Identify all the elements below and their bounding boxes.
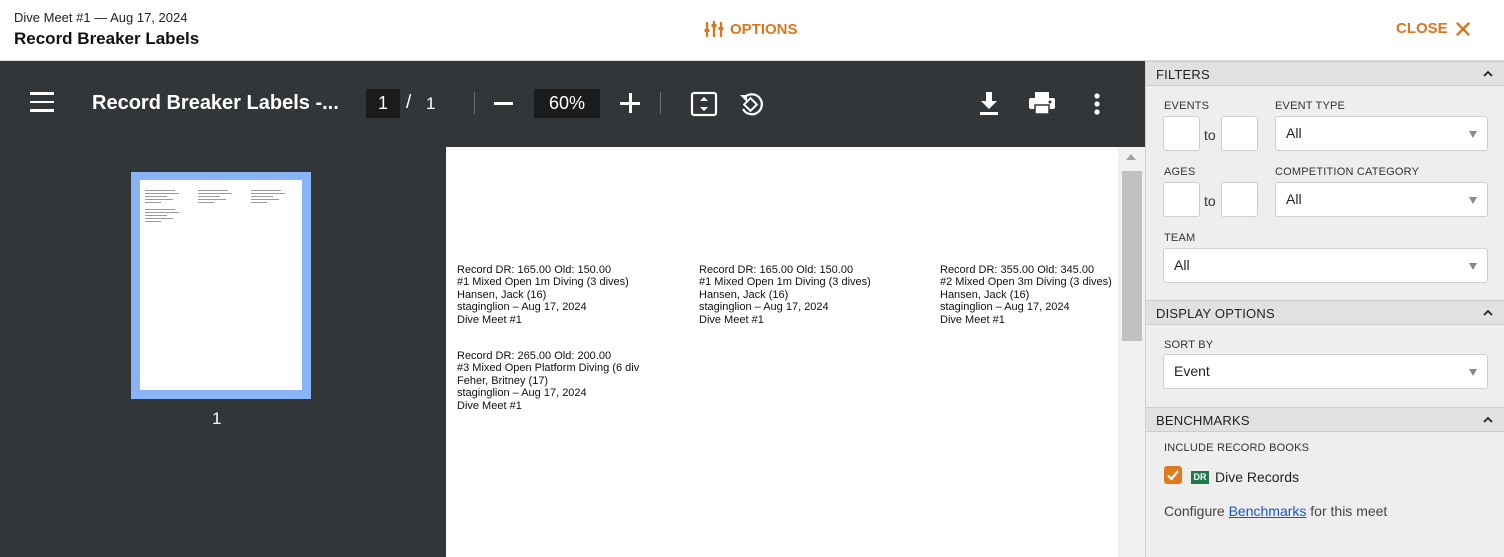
thumbnail-page-number: 1	[212, 409, 222, 428]
scroll-thumb[interactable]	[1122, 171, 1142, 341]
top-header: Dive Meet #1 — Aug 17, 2024 Record Break…	[0, 0, 1504, 61]
ages-to-word: to	[1204, 193, 1216, 209]
sliders-icon	[704, 20, 724, 38]
close-label: CLOSE	[1396, 20, 1448, 37]
toolbar-divider	[660, 92, 661, 114]
record-label: Record DR: 165.00 Old: 150.00 #1 Mixed Op…	[699, 264, 871, 326]
events-to-input[interactable]	[1221, 116, 1258, 151]
page-title: Record Breaker Labels	[14, 29, 200, 48]
events-from-input[interactable]	[1163, 116, 1200, 151]
fit-page-icon[interactable]	[690, 90, 718, 118]
dive-records-checkbox[interactable]	[1164, 466, 1182, 484]
chevron-up-icon	[1483, 70, 1493, 77]
ages-label: AGES	[1164, 166, 1196, 178]
pdf-document-title: Record Breaker Labels -...	[92, 92, 339, 114]
checkmark-icon	[1167, 470, 1179, 481]
page-number-input[interactable]: 1	[366, 89, 400, 118]
thumbnail-page-preview	[140, 180, 302, 390]
document-scrollbar[interactable]	[1118, 147, 1145, 557]
zoom-out-icon[interactable]	[494, 102, 513, 105]
display-options-section-header[interactable]: DISPLAY OPTIONS	[1146, 300, 1504, 325]
pdf-viewer: Record Breaker Labels -... 1 / 1 60% 1 R…	[0, 61, 1145, 557]
competition-category-select[interactable]: All	[1275, 182, 1488, 217]
options-panel: FILTERS EVENTS to EVENT TYPE All AGES to…	[1145, 61, 1504, 557]
options-button[interactable]: OPTIONS	[704, 20, 798, 38]
zoom-level-input[interactable]: 60%	[534, 89, 600, 118]
record-label: Record DR: 355.00 Old: 345.00 #2 Mixed Op…	[940, 264, 1112, 326]
filters-section-header[interactable]: FILTERS	[1146, 61, 1504, 86]
team-select[interactable]: All	[1163, 248, 1488, 283]
benchmarks-heading: BENCHMARKS	[1156, 413, 1250, 428]
page-separator: /	[406, 92, 412, 113]
page-thumbnail[interactable]	[131, 172, 311, 399]
event-type-select[interactable]: All	[1275, 116, 1488, 151]
pdf-page: Record DR: 165.00 Old: 150.00 #1 Mixed Op…	[446, 147, 1118, 557]
ages-from-input[interactable]	[1163, 182, 1200, 217]
benchmarks-section-header[interactable]: BENCHMARKS	[1146, 407, 1504, 432]
menu-icon[interactable]	[30, 92, 56, 114]
chevron-up-icon	[1483, 416, 1493, 423]
sort-by-label: SORT BY	[1164, 339, 1214, 351]
record-label: Record DR: 165.00 Old: 150.00 #1 Mixed Op…	[457, 264, 629, 326]
sort-by-select[interactable]: Event	[1163, 354, 1488, 389]
scroll-up-icon[interactable]	[1126, 154, 1136, 160]
include-record-books-label: INCLUDE RECORD BOOKS	[1164, 442, 1310, 454]
configure-benchmarks-text: Configure Benchmarks for this meet	[1164, 503, 1388, 519]
benchmarks-link[interactable]: Benchmarks	[1229, 503, 1307, 519]
thumbnail-pane: 1	[0, 147, 446, 557]
team-label: TEAM	[1164, 232, 1196, 244]
download-icon[interactable]	[977, 90, 1001, 116]
close-button[interactable]: CLOSE	[1396, 20, 1470, 37]
print-icon[interactable]	[1028, 91, 1056, 115]
close-icon	[1455, 21, 1470, 36]
total-pages: 1	[426, 94, 436, 113]
events-label: EVENTS	[1164, 100, 1210, 112]
record-book-badge: DR	[1191, 471, 1209, 484]
filters-heading: FILTERS	[1156, 67, 1210, 82]
zoom-in-icon[interactable]	[620, 93, 640, 113]
record-label: Record DR: 265.00 Old: 200.00 #3 Mixed Op…	[457, 350, 640, 412]
more-vert-icon[interactable]	[1093, 92, 1101, 116]
display-options-heading: DISPLAY OPTIONS	[1156, 306, 1275, 321]
toolbar-divider	[474, 92, 475, 114]
meet-subtitle: Dive Meet #1 — Aug 17, 2024	[14, 10, 188, 25]
rotate-icon[interactable]	[737, 90, 765, 118]
chevron-up-icon	[1483, 309, 1493, 316]
ages-to-input[interactable]	[1221, 182, 1258, 217]
events-to-word: to	[1204, 127, 1216, 143]
competition-category-label: COMPETITION CATEGORY	[1275, 166, 1420, 178]
event-type-label: EVENT TYPE	[1275, 100, 1346, 112]
options-label: OPTIONS	[730, 20, 798, 38]
pdf-toolbar: Record Breaker Labels -... 1 / 1 60%	[0, 61, 1145, 147]
dive-records-label: Dive Records	[1215, 469, 1300, 485]
